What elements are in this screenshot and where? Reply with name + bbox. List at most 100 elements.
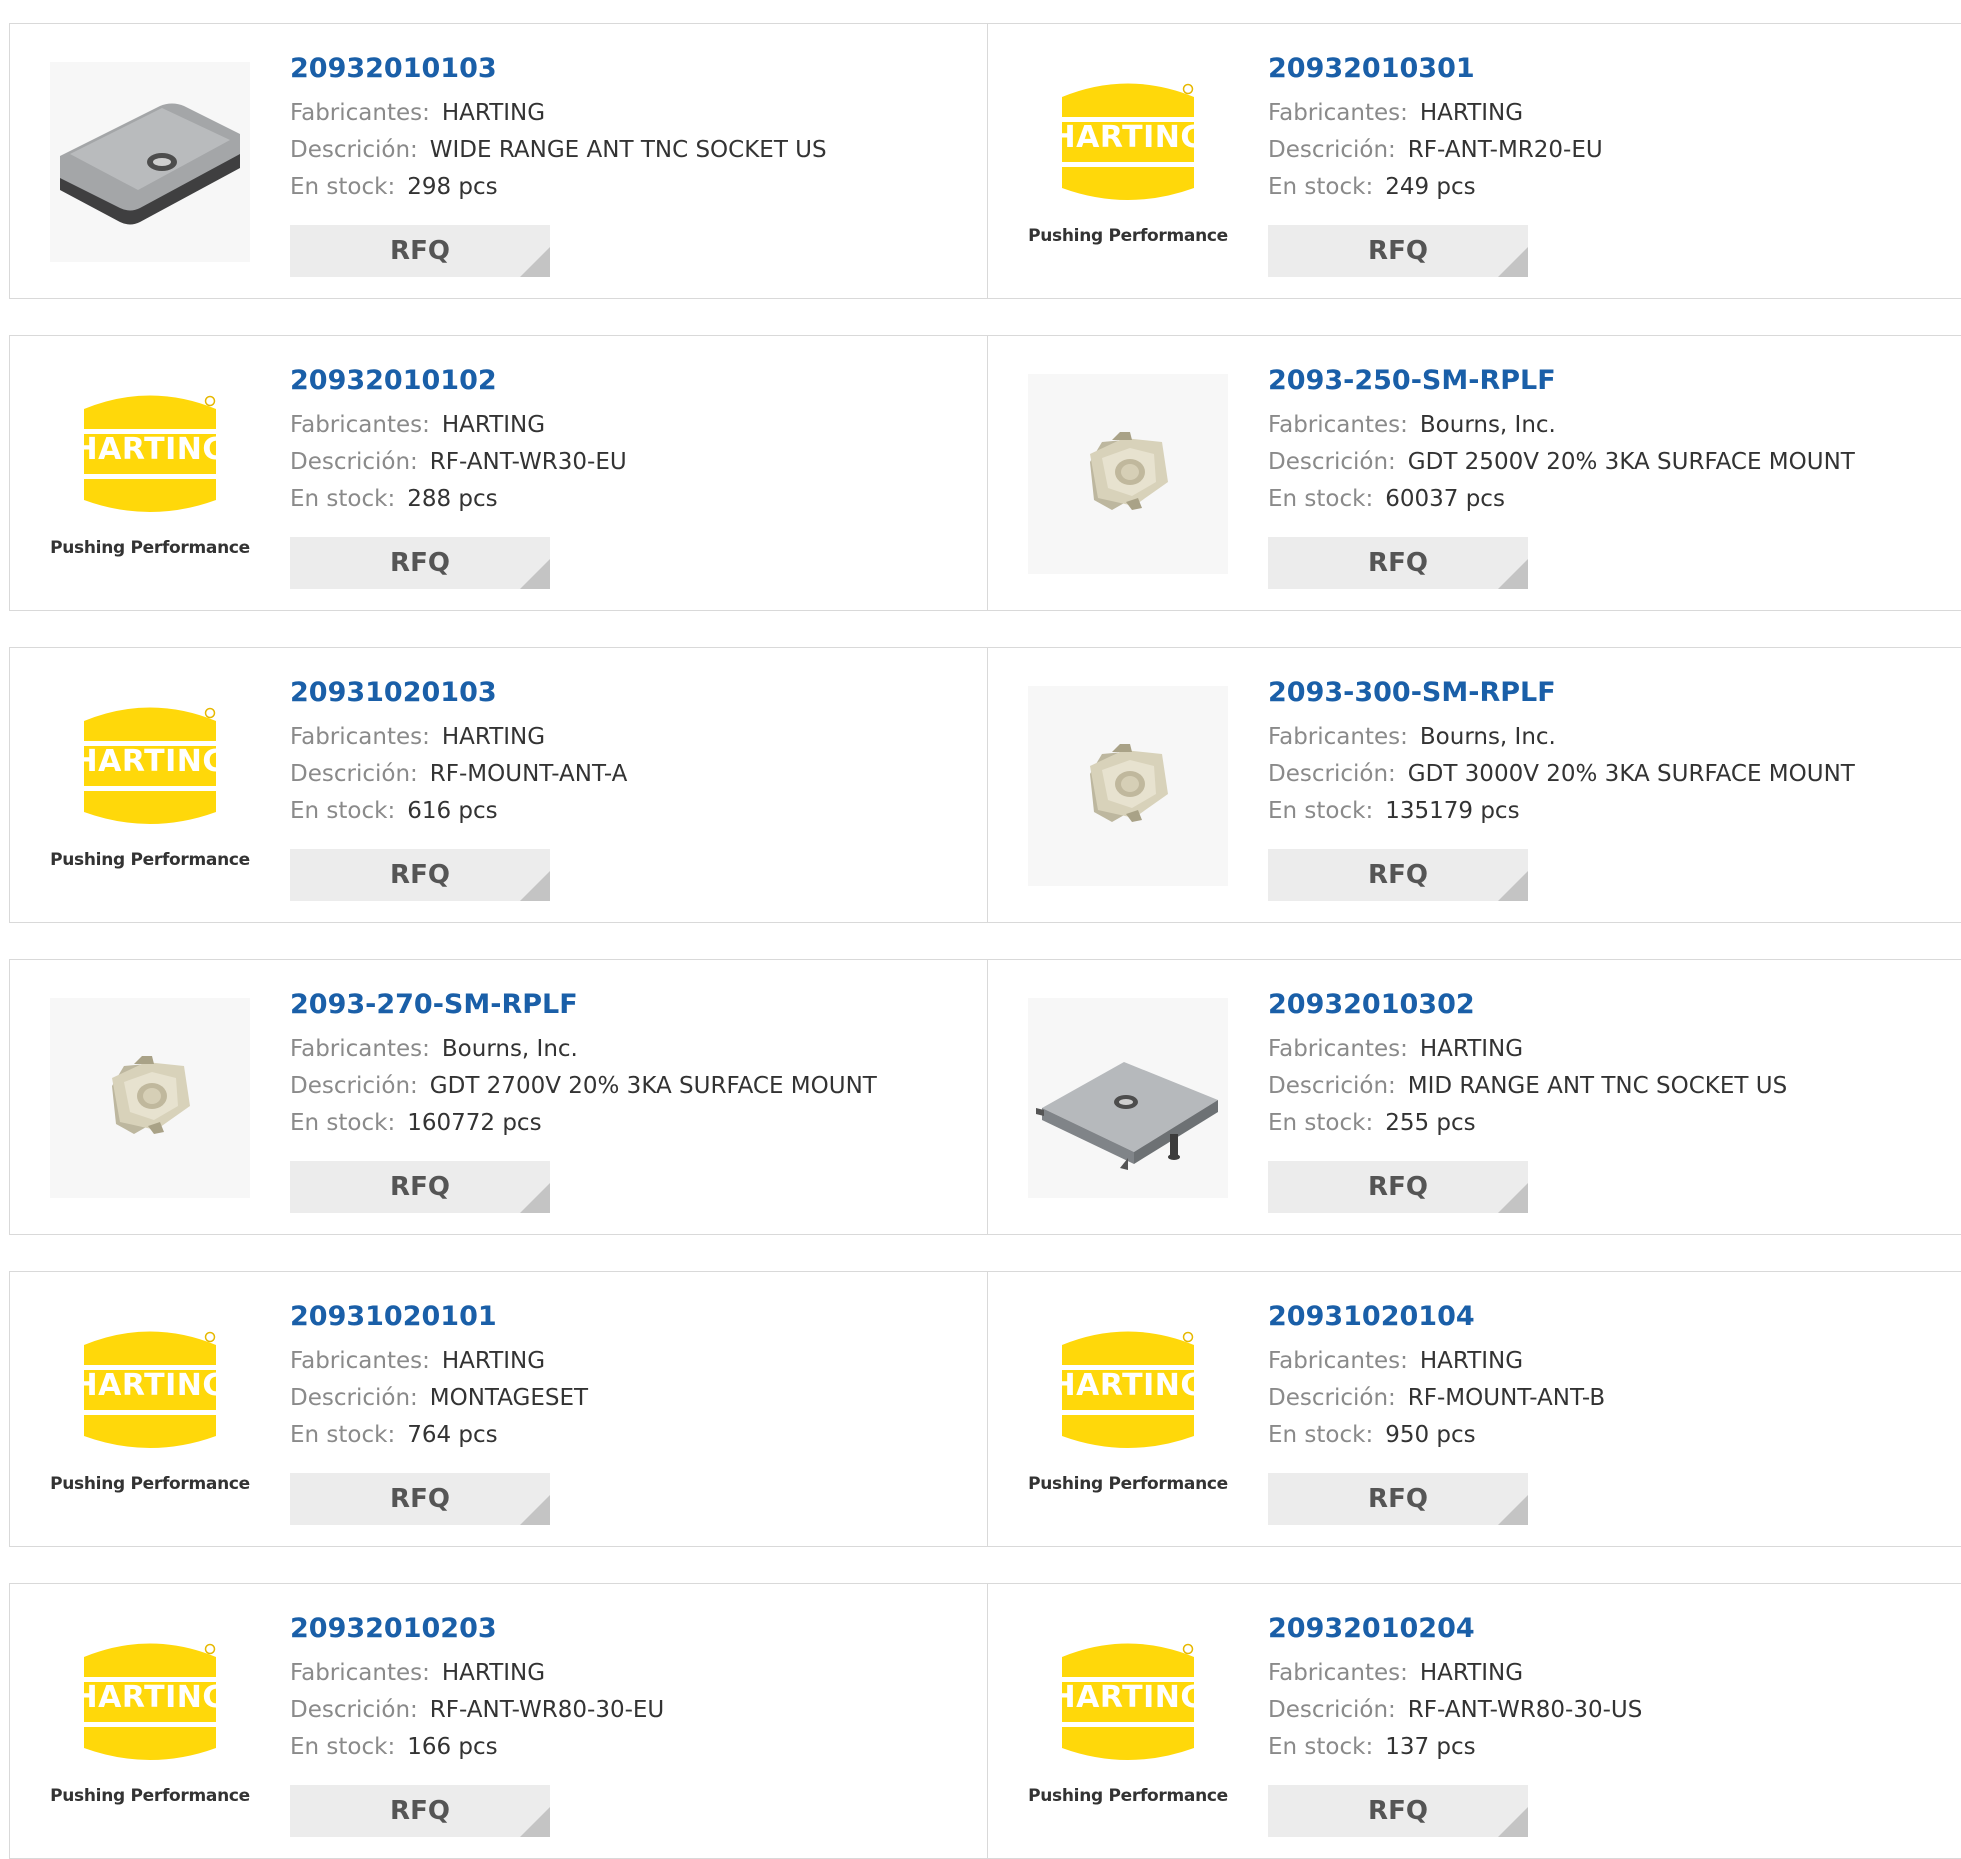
part-number-link[interactable]: 20932010302 [1268,988,1956,1022]
description-label: Descrición: [1268,1697,1396,1723]
product-info: 2093-250-SM-RPLF Fabricantes: Bourns, Inc… [1268,364,1956,518]
rfq-button[interactable]: RFQ [1268,1161,1528,1213]
description-row: Descrición: RF-ANT-MR20-EU [1268,132,1956,169]
stock-value: 288 pcs [407,486,498,512]
description-value: RF-MOUNT-ANT-B [1407,1385,1606,1411]
manufacturer-value: HARTING [441,100,546,126]
description-label: Descrición: [290,449,418,475]
harting-logo: HARTING Pushing Performance [50,1622,250,1822]
stock-label: En stock: [290,798,396,824]
product-thumbnail[interactable] [50,62,250,262]
corner-triangle-icon [520,1495,550,1525]
part-number-link[interactable]: 20932010102 [290,364,978,398]
logo-tagline: Pushing Performance [50,1474,250,1494]
stock-value: 60037 pcs [1385,486,1505,512]
antenna-box-icon [1028,998,1228,1198]
corner-triangle-icon [1498,871,1528,901]
rfq-button[interactable]: RFQ [290,1161,550,1213]
rfq-button[interactable]: RFQ [1268,1785,1528,1837]
corner-triangle-icon [1498,1183,1528,1213]
product-thumbnail[interactable]: HARTING Pushing Performance [1028,62,1228,262]
product-card: HARTING Pushing Performance 20931020103 F… [9,647,988,923]
part-number-link[interactable]: 20932010301 [1268,52,1956,86]
rfq-label: RFQ [390,1484,450,1514]
rfq-button[interactable]: RFQ [290,537,550,589]
part-number-link[interactable]: 20931020101 [290,1300,978,1334]
rfq-button[interactable]: RFQ [1268,849,1528,901]
rfq-label: RFQ [390,1172,450,1202]
part-number-link[interactable]: 20931020103 [290,676,978,710]
corner-triangle-icon [520,1183,550,1213]
product-info: 2093-270-SM-RPLF Fabricantes: Bourns, Inc… [290,988,978,1142]
manufacturer-row: Fabricantes: Bourns, Inc. [1268,407,1956,444]
product-thumbnail[interactable] [1028,998,1228,1198]
logo-wordmark: HARTING [72,1680,228,1715]
corner-triangle-icon [520,871,550,901]
rfq-label: RFQ [1368,548,1428,578]
rfq-button[interactable]: RFQ [290,849,550,901]
stock-value: 764 pcs [407,1422,498,1448]
description-row: Descrición: WIDE RANGE ANT TNC SOCKET US [290,132,978,169]
part-number-link[interactable]: 20931020104 [1268,1300,1956,1334]
rfq-button[interactable]: RFQ [1268,1473,1528,1525]
part-number-link[interactable]: 2093-250-SM-RPLF [1268,364,1956,398]
description-value: MID RANGE ANT TNC SOCKET US [1407,1073,1788,1099]
part-number-link[interactable]: 20932010103 [290,52,978,86]
product-thumbnail[interactable] [1028,374,1228,574]
product-card: HARTING Pushing Performance 20931020104 F… [987,1271,1961,1547]
description-label: Descrición: [1268,137,1396,163]
stock-row: En stock: 764 pcs [290,1417,978,1454]
manufacturer-value: HARTING [441,1660,546,1686]
product-info: 20931020104 Fabricantes: HARTING Descrici… [1268,1300,1956,1454]
part-number-link[interactable]: 2093-270-SM-RPLF [290,988,978,1022]
corner-triangle-icon [1498,1807,1528,1837]
description-label: Descrición: [1268,449,1396,475]
rfq-label: RFQ [390,1796,450,1826]
description-row: Descrición: GDT 2500V 20% 3KA SURFACE MOU… [1268,444,1956,481]
description-label: Descrición: [290,1385,418,1411]
rfq-label: RFQ [390,236,450,266]
rfq-button[interactable]: RFQ [1268,225,1528,277]
corner-triangle-icon [520,1807,550,1837]
rfq-button[interactable]: RFQ [1268,537,1528,589]
product-card: 2093-300-SM-RPLF Fabricantes: Bourns, Inc… [987,647,1961,923]
product-thumbnail[interactable]: HARTING Pushing Performance [50,1622,250,1822]
manufacturer-label: Fabricantes: [1268,1036,1408,1062]
stock-value: 950 pcs [1385,1422,1476,1448]
product-thumbnail[interactable]: HARTING Pushing Performance [1028,1622,1228,1822]
manufacturer-label: Fabricantes: [290,412,430,438]
corner-triangle-icon [520,247,550,277]
manufacturer-row: Fabricantes: HARTING [290,407,978,444]
description-label: Descrición: [1268,1385,1396,1411]
description-row: Descrición: RF-ANT-WR80-30-US [1268,1692,1956,1729]
description-value: GDT 2500V 20% 3KA SURFACE MOUNT [1407,449,1855,475]
product-thumbnail[interactable]: HARTING Pushing Performance [50,686,250,886]
rfq-label: RFQ [390,548,450,578]
product-thumbnail[interactable] [50,998,250,1198]
description-value: GDT 2700V 20% 3KA SURFACE MOUNT [429,1073,877,1099]
product-thumbnail[interactable]: HARTING Pushing Performance [1028,1310,1228,1510]
rfq-button[interactable]: RFQ [290,225,550,277]
manufacturer-row: Fabricantes: HARTING [290,1343,978,1380]
manufacturer-row: Fabricantes: HARTING [1268,1343,1956,1380]
harting-logo: HARTING Pushing Performance [1028,1310,1228,1510]
manufacturer-label: Fabricantes: [290,100,430,126]
manufacturer-value: HARTING [1419,100,1524,126]
logo-tagline: Pushing Performance [50,1786,250,1806]
description-label: Descrición: [290,137,418,163]
product-card: HARTING Pushing Performance 20932010204 F… [987,1583,1961,1859]
rfq-button[interactable]: RFQ [290,1785,550,1837]
gdt-component-icon [1028,686,1228,886]
stock-label: En stock: [1268,1422,1374,1448]
product-thumbnail[interactable]: HARTING Pushing Performance [50,1310,250,1510]
description-value: RF-ANT-WR30-EU [429,449,627,475]
description-value: RF-MOUNT-ANT-A [429,761,628,787]
part-number-link[interactable]: 2093-300-SM-RPLF [1268,676,1956,710]
product-thumbnail[interactable]: HARTING Pushing Performance [50,374,250,574]
rfq-button[interactable]: RFQ [290,1473,550,1525]
part-number-link[interactable]: 20932010204 [1268,1612,1956,1646]
part-number-link[interactable]: 20932010203 [290,1612,978,1646]
manufacturer-row: Fabricantes: HARTING [1268,1031,1956,1068]
description-label: Descrición: [1268,1073,1396,1099]
product-thumbnail[interactable] [1028,686,1228,886]
